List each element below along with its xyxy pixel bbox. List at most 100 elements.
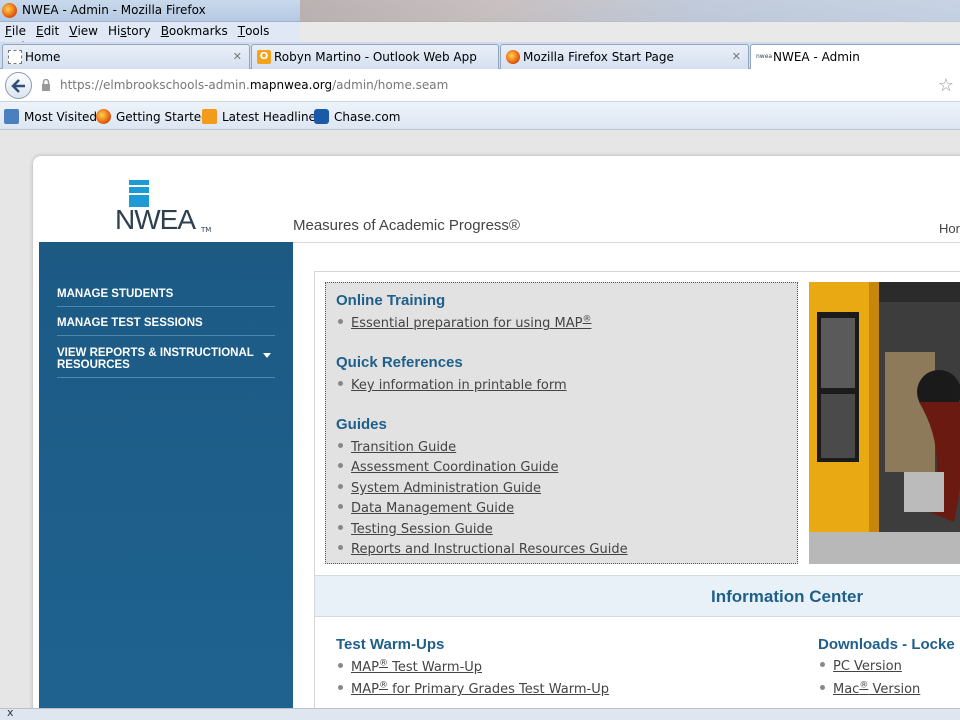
list-item: Assessment Coordination Guide: [338, 460, 559, 475]
sidebar-item-view-reports[interactable]: VIEW REPORTS & INSTRUCTIONAL RESOURCES: [57, 347, 275, 378]
mac-version-link[interactable]: Mac® Version: [833, 681, 920, 697]
system-administration-guide-link[interactable]: System Administration Guide: [351, 481, 541, 496]
assessment-coordination-guide-link[interactable]: Assessment Coordination Guide: [351, 460, 559, 475]
rss-icon: [202, 109, 217, 124]
close-tab-icon[interactable]: ✕: [233, 50, 242, 63]
nwea-logo-text[interactable]: NWEA: [115, 204, 196, 236]
bullet-icon: [338, 525, 343, 530]
bookmark-label: Latest Headlines: [222, 110, 323, 124]
pc-version-link[interactable]: PC Version: [833, 659, 902, 674]
sidebar-item-label: MANAGE STUDENTS: [57, 288, 174, 300]
information-center-heading: Information Center: [711, 587, 864, 606]
window-title: NWEA - Admin - Mozilla Firefox: [22, 3, 206, 17]
sidebar-item-label: MANAGE TEST SESSIONS: [57, 317, 203, 329]
bookmark-chase[interactable]: Chase.com: [314, 109, 400, 124]
url-field[interactable]: https://elmbrookschools-admin.mapnwea.or…: [60, 78, 448, 92]
tab-label: Robyn Martino - Outlook Web App: [274, 50, 477, 64]
menu-tools[interactable]: Tools: [233, 22, 275, 38]
tab-label: NWEA - Admin: [773, 50, 860, 64]
site-tagline: Measures of Academic Progress®: [293, 217, 520, 234]
bookmarks-bar: Most Visited Getting Started Latest Head…: [0, 102, 960, 130]
downloads-heading: Downloads - Locke: [818, 636, 955, 653]
firefox-icon: [506, 50, 520, 64]
sidebar-item-label: VIEW REPORTS & INSTRUCTIONAL: [57, 347, 254, 359]
menu-view[interactable]: View: [64, 22, 103, 38]
list-item: Testing Session Guide: [338, 522, 493, 537]
menu-bar: FileEditViewHistoryBookmarksToolsHelp: [0, 22, 300, 54]
tab-outlook[interactable]: O Robyn Martino - Outlook Web App: [251, 44, 499, 69]
list-item: Reports and Instructional Resources Guid…: [338, 542, 628, 557]
bullet-icon: [338, 319, 343, 325]
bookmark-label: Getting Started: [116, 110, 209, 124]
bullet-icon: [338, 443, 343, 448]
list-item: MAP® Test Warm-Up: [338, 659, 482, 675]
bullet-icon: [820, 685, 825, 691]
essential-preparation-link[interactable]: Essential preparation for using MAP®: [351, 315, 592, 331]
map-test-warm-up-link[interactable]: MAP® Test Warm-Up: [351, 659, 482, 675]
data-management-guide-link[interactable]: Data Management Guide: [351, 501, 514, 516]
navigation-bar: https://elmbrookschools-admin.mapnwea.or…: [0, 69, 960, 102]
chase-icon: [314, 109, 329, 124]
nwea-icon: nwea: [756, 53, 773, 60]
key-information-link[interactable]: Key information in printable form: [351, 378, 567, 393]
sidebar-item-manage-test-sessions[interactable]: MANAGE TEST SESSIONS: [57, 317, 275, 336]
list-item: Transition Guide: [338, 440, 456, 455]
bookmark-most-visited[interactable]: Most Visited: [4, 109, 97, 124]
close-find-bar-icon[interactable]: x: [7, 706, 14, 719]
bullet-icon: [338, 463, 343, 468]
tab-firefox-start[interactable]: Mozilla Firefox Start Page ✕: [500, 44, 749, 69]
status-bar: x: [0, 706, 960, 720]
bullet-icon: [338, 545, 343, 550]
blank-page-icon: [8, 50, 22, 64]
menu-history[interactable]: History: [103, 22, 156, 38]
logo-trademark: TM: [201, 226, 212, 234]
firefox-icon[interactable]: [2, 3, 17, 18]
bookmark-latest-headlines[interactable]: Latest Headlines: [202, 109, 322, 124]
dropdown-arrow-icon: [263, 353, 271, 358]
list-item: Key information in printable form: [338, 378, 567, 393]
list-item: PC Version: [820, 659, 902, 674]
window-title-bar: NWEA - Admin - Mozilla Firefox: [0, 0, 960, 22]
list-item: MAP® for Primary Grades Test Warm-Up: [338, 681, 609, 697]
reports-guide-link[interactable]: Reports and Instructional Resources Guid…: [351, 542, 628, 557]
firefox-icon: [96, 109, 111, 124]
bullet-icon: [338, 663, 343, 669]
bookmark-star-icon[interactable]: ☆: [938, 75, 954, 96]
menu-bookmarks[interactable]: Bookmarks: [156, 22, 233, 38]
bookmark-label: Most Visited: [24, 110, 98, 124]
testing-session-guide-link[interactable]: Testing Session Guide: [351, 522, 493, 537]
bullet-icon: [338, 685, 343, 691]
outlook-icon: O: [257, 50, 271, 64]
list-item: Mac® Version: [820, 681, 920, 697]
information-center-band: [315, 575, 960, 617]
close-tab-icon[interactable]: ✕: [732, 50, 741, 63]
lock-icon[interactable]: [41, 79, 51, 91]
menu-file[interactable]: File: [0, 22, 31, 38]
back-arrow-icon: [11, 79, 25, 93]
tab-label: Home: [25, 50, 61, 64]
home-link[interactable]: Hor: [939, 221, 960, 236]
bullet-icon: [338, 381, 343, 386]
tab-nwea-admin[interactable]: nwea NWEA - Admin: [750, 44, 960, 70]
map-primary-warm-up-link[interactable]: MAP® for Primary Grades Test Warm-Up: [351, 681, 609, 697]
bookmark-getting-started[interactable]: Getting Started: [96, 109, 209, 124]
tab-home[interactable]: Home ✕: [2, 44, 250, 69]
bullet-icon: [338, 484, 343, 489]
sidebar-item-manage-students[interactable]: MANAGE STUDENTS: [57, 288, 275, 307]
bullet-icon: [820, 662, 825, 667]
school-bus-illustration: [809, 282, 960, 564]
bullet-icon: [338, 504, 343, 509]
transition-guide-link[interactable]: Transition Guide: [351, 440, 456, 455]
guides-heading: Guides: [336, 416, 387, 433]
list-item: System Administration Guide: [338, 481, 541, 496]
tab-strip: Home ✕ O Robyn Martino - Outlook Web App…: [0, 42, 960, 70]
menu-edit[interactable]: Edit: [31, 22, 64, 38]
back-button[interactable]: [5, 72, 32, 99]
school-bus-photo: [809, 282, 960, 564]
list-item: Essential preparation for using MAP®: [338, 315, 592, 331]
tab-label: Mozilla Firefox Start Page: [523, 50, 674, 64]
test-warm-ups-heading: Test Warm-Ups: [336, 636, 445, 653]
background-window-blur: [300, 0, 960, 22]
online-training-heading: Online Training: [336, 292, 446, 309]
most-visited-icon: [4, 109, 19, 124]
